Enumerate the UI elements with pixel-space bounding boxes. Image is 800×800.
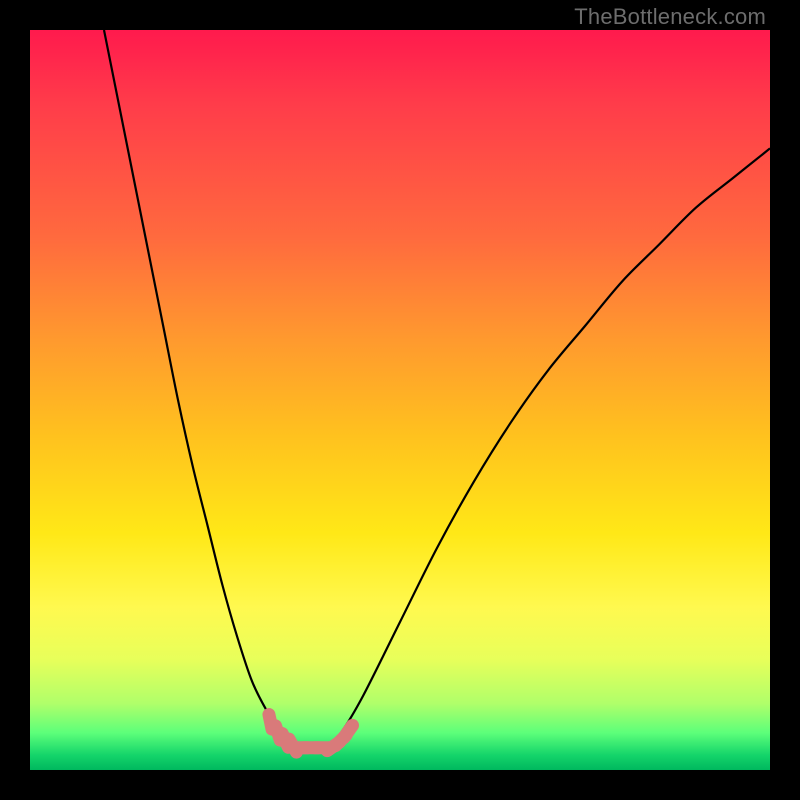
chart-frame: TheBottleneck.com xyxy=(0,0,800,800)
curve-layer xyxy=(30,30,770,770)
plot-area xyxy=(30,30,770,770)
right-curve xyxy=(326,148,770,747)
left-curve xyxy=(104,30,296,748)
watermark-text: TheBottleneck.com xyxy=(574,4,766,30)
minimum-markers xyxy=(261,707,361,761)
